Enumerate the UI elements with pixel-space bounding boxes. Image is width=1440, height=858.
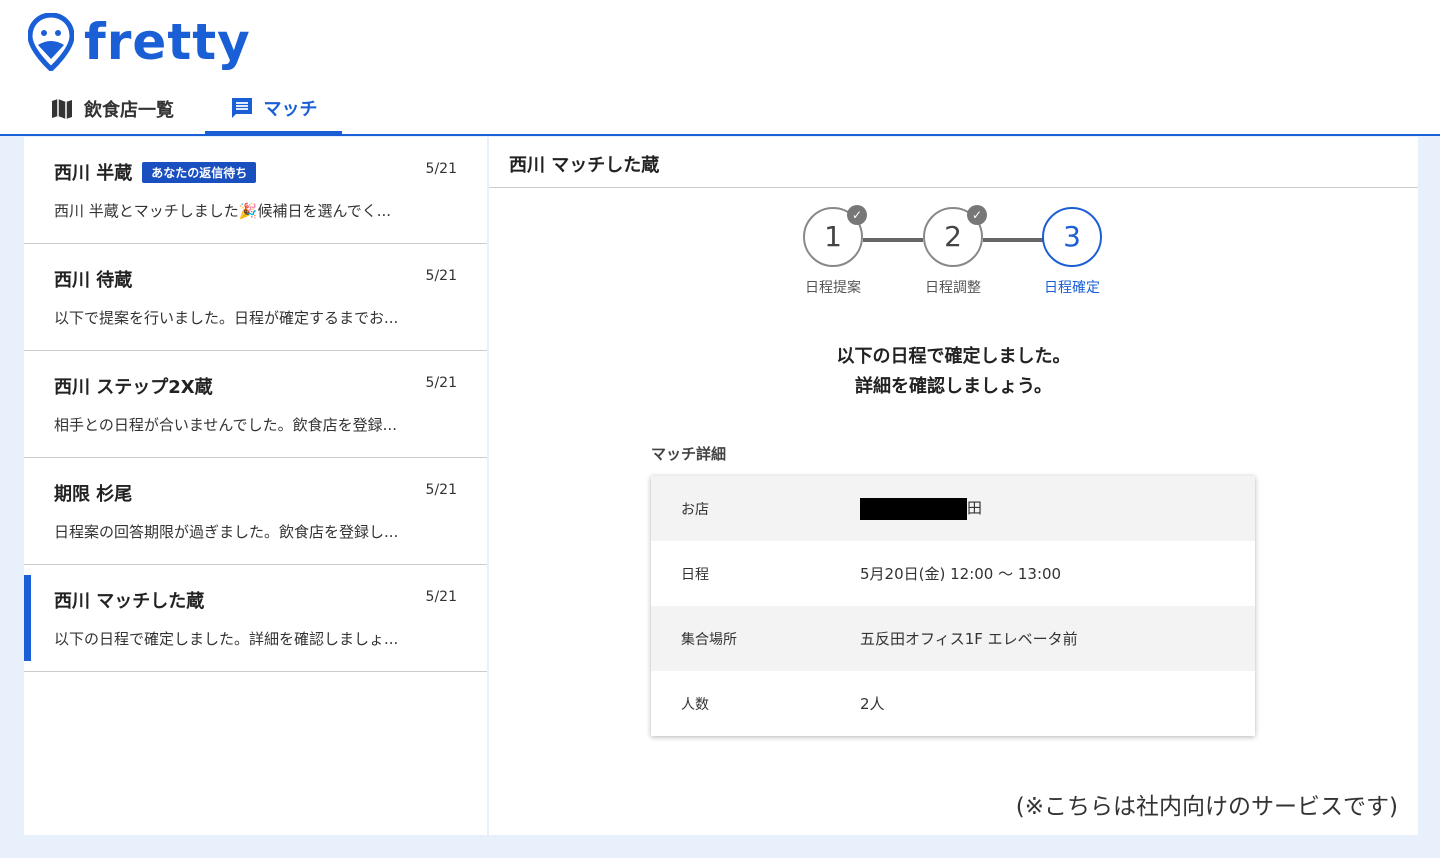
row-key: お店 (681, 501, 709, 518)
match-list-item[interactable]: 西川 待蔵 5/21 以下で提案を行いました。日程が確定するまでお... (24, 244, 487, 351)
map-icon (52, 99, 72, 119)
match-date: 5/21 (425, 375, 457, 391)
confirm-line: 詳細を確認しましょう。 (855, 376, 1052, 397)
match-message: 西川 半蔵とマッチしました🎉候補日を選んでく... (54, 202, 392, 220)
row-value: 5月20日(金) 12:00 〜 13:00 (860, 565, 1062, 583)
logo[interactable]: fretty (28, 12, 251, 72)
detail-title: 西川 マッチした蔵 (509, 155, 660, 176)
tab-match[interactable]: マッチ (205, 84, 342, 136)
logo-icon (28, 13, 74, 71)
match-list-item-selected[interactable]: 西川 マッチした蔵 5/21 以下の日程で確定しました。詳細を確認しましょ... (24, 565, 487, 672)
match-name: 期限 杉尾 (54, 484, 133, 505)
table-row: 日程 5月20日(金) 12:00 〜 13:00 (651, 541, 1255, 606)
step-number: 2 (944, 220, 962, 253)
section-label: マッチ詳細 (651, 445, 727, 463)
confirm-line: 以下の日程で確定しました。 (836, 346, 1071, 367)
row-key: 日程 (681, 566, 709, 583)
divider (489, 187, 1418, 188)
match-name: 西川 マッチした蔵 (54, 591, 205, 612)
match-name: 西川 待蔵 (54, 270, 133, 291)
match-message: 以下の日程で確定しました。詳細を確認しましょ... (54, 630, 399, 648)
row-value: 2人 (860, 695, 885, 713)
confirm-message: 以下の日程で確定しました。 詳細を確認しましょう。 (489, 342, 1418, 402)
row-key: 人数 (681, 696, 709, 713)
tab-label: 飲食店一覧 (84, 100, 174, 121)
match-message: 相手との日程が合いませんでした。飲食店を登録... (54, 416, 397, 434)
table-row: 集合場所 五反田オフィス1F エレベータ前 (651, 606, 1255, 671)
row-value: 五反田オフィス1F エレベータ前 (860, 630, 1078, 648)
row-value: 田 (967, 499, 983, 518)
match-list-item[interactable]: 期限 杉尾 5/21 日程案の回答期限が過ぎました。飲食店を登録し... (24, 458, 487, 565)
table-row: 人数 2人 (651, 671, 1255, 736)
step-2: 2 ✓ 日程調整 (913, 205, 993, 297)
match-message: 日程案の回答期限が過ぎました。飲食店を登録し... (54, 523, 399, 541)
status-badge: あなたの返信待ち (142, 161, 257, 183)
row-key: 集合場所 (681, 631, 737, 648)
detail-table: お店 田 日程 5月20日(金) 12:00 〜 13:00 集合場所 五反田オフィス… (651, 476, 1255, 736)
match-date: 5/21 (425, 268, 457, 284)
match-list-item[interactable]: 西川 ステップ2X蔵 5/21 相手との日程が合いませんでした。飲食店を登録..… (24, 351, 487, 458)
header: fretty 飲食店一覧 マッチ (0, 0, 1440, 136)
tab-restaurants[interactable]: 飲食店一覧 (50, 84, 174, 134)
match-name: 西川 ステップ2X蔵 (54, 377, 213, 398)
step-label: 日程確定 (1044, 280, 1100, 296)
step-number: 1 (824, 220, 842, 253)
tab-label: マッチ (263, 98, 318, 120)
internal-note: (※こちらは社内向けのサービスです) (1015, 794, 1398, 820)
step-3: 3 日程確定 (1032, 207, 1112, 297)
match-date: 5/21 (425, 589, 457, 605)
match-detail: 西川 マッチした蔵 1 ✓ 日程提案 2 ✓ 日程調整 3 日程確定 以下の日程で確… (489, 137, 1418, 835)
match-list: 西川 半蔵 あなたの返信待ち 5/21 西川 半蔵とマッチしました🎉候補日を選んで… (24, 137, 487, 835)
chat-icon (231, 97, 252, 118)
step-label: 日程提案 (805, 280, 861, 296)
step-label: 日程調整 (925, 280, 981, 296)
step-number: 3 (1063, 220, 1081, 253)
match-name: 西川 半蔵 (54, 163, 133, 184)
match-list-item[interactable]: 西川 半蔵 あなたの返信待ち 5/21 西川 半蔵とマッチしました🎉候補日を選んで… (24, 137, 487, 244)
redacted-block (860, 497, 967, 520)
check-icon: ✓ (847, 205, 867, 225)
check-icon: ✓ (967, 205, 987, 225)
brand-name: fretty (84, 13, 251, 71)
match-date: 5/21 (425, 161, 457, 177)
step-1: 1 ✓ 日程提案 (793, 205, 873, 297)
match-date: 5/21 (425, 482, 457, 498)
table-row: お店 田 (651, 476, 1255, 541)
match-message: 以下で提案を行いました。日程が確定するまでお... (54, 309, 399, 327)
